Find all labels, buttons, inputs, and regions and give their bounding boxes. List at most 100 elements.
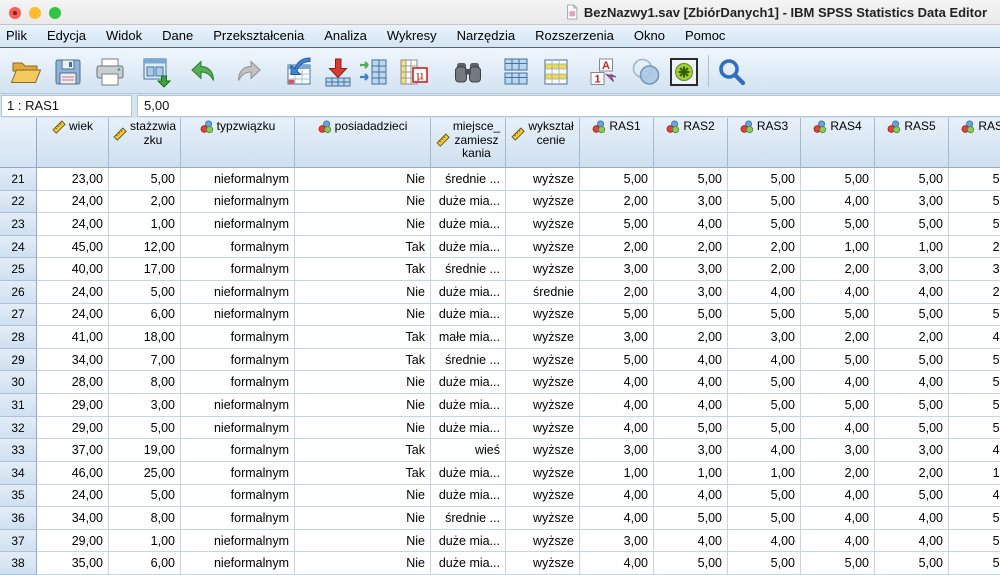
data-cell[interactable]: 24,00 — [37, 191, 109, 214]
toolbar-search-button[interactable] — [714, 54, 750, 90]
data-cell[interactable]: formalnym — [181, 439, 295, 462]
data-cell[interactable]: wyższe — [506, 168, 580, 191]
data-cell[interactable]: 1,00 — [580, 462, 654, 485]
data-cell[interactable]: duże mia... — [431, 462, 506, 485]
data-cell[interactable]: 17,00 — [109, 258, 181, 281]
data-cell[interactable]: formalnym — [181, 462, 295, 485]
data-cell[interactable]: 5,00 — [728, 371, 801, 394]
data-cell[interactable]: 4,00 — [949, 439, 1000, 462]
data-cell[interactable]: 24,00 — [37, 213, 109, 236]
toolbar-save-button[interactable] — [50, 54, 86, 90]
menu-item-widok[interactable]: Widok — [96, 25, 152, 47]
data-cell[interactable]: 2,00 — [580, 281, 654, 304]
row-number-cell[interactable]: 21 — [0, 168, 37, 191]
data-cell[interactable]: 2,00 — [801, 326, 875, 349]
data-cell[interactable]: 4,00 — [949, 485, 1000, 508]
row-number-cell[interactable]: 32 — [0, 417, 37, 440]
data-cell[interactable]: 34,00 — [37, 507, 109, 530]
row-number-cell[interactable]: 33 — [0, 439, 37, 462]
toolbar-undo-button[interactable] — [185, 54, 221, 90]
menu-item-okno[interactable]: Okno — [624, 25, 675, 47]
data-cell[interactable]: 2,00 — [949, 236, 1000, 259]
data-cell[interactable]: 5,00 — [875, 304, 949, 327]
data-cell[interactable]: 5,00 — [875, 168, 949, 191]
data-cell[interactable]: 2,00 — [875, 462, 949, 485]
data-cell[interactable]: 41,00 — [37, 326, 109, 349]
menu-item-analiza[interactable]: Analiza — [314, 25, 377, 47]
data-cell[interactable]: 1,00 — [875, 236, 949, 259]
data-cell[interactable]: 25,00 — [109, 462, 181, 485]
data-cell[interactable]: 4,00 — [801, 191, 875, 214]
data-cell[interactable]: duże mia... — [431, 236, 506, 259]
toolbar-find-button[interactable] — [450, 54, 486, 90]
data-cell[interactable]: Nie — [295, 168, 431, 191]
data-cell[interactable]: 2,00 — [801, 258, 875, 281]
data-cell[interactable]: średnie ... — [431, 507, 506, 530]
data-cell[interactable]: 23,00 — [37, 168, 109, 191]
data-cell[interactable]: 5,00 — [654, 168, 728, 191]
data-cell[interactable]: 4,00 — [801, 485, 875, 508]
data-cell[interactable]: 3,00 — [654, 258, 728, 281]
data-cell[interactable]: 40,00 — [37, 258, 109, 281]
data-cell[interactable]: 1,00 — [728, 462, 801, 485]
menu-item-plik[interactable]: Plik — [4, 25, 37, 47]
data-cell[interactable]: 46,00 — [37, 462, 109, 485]
data-cell[interactable]: 4,00 — [801, 281, 875, 304]
data-cell[interactable]: 5,00 — [949, 371, 1000, 394]
data-cell[interactable]: 2,00 — [949, 281, 1000, 304]
data-cell[interactable]: wyższe — [506, 552, 580, 575]
data-cell[interactable]: 5,00 — [875, 417, 949, 440]
data-cell[interactable]: duże mia... — [431, 191, 506, 214]
data-cell[interactable]: Nie — [295, 507, 431, 530]
toolbar-print-button[interactable] — [92, 54, 128, 90]
data-cell[interactable]: Tak — [295, 349, 431, 372]
menu-item-wykresy[interactable]: Wykresy — [377, 25, 447, 47]
data-cell[interactable]: wyższe — [506, 371, 580, 394]
data-cell[interactable]: 5,00 — [728, 507, 801, 530]
data-cell[interactable]: średnie ... — [431, 258, 506, 281]
data-cell[interactable]: Nie — [295, 371, 431, 394]
data-cell[interactable]: 5,00 — [728, 417, 801, 440]
data-cell[interactable]: duże mia... — [431, 371, 506, 394]
data-cell[interactable]: 3,00 — [654, 281, 728, 304]
data-cell[interactable]: 5,00 — [949, 530, 1000, 553]
data-cell[interactable]: 5,00 — [728, 552, 801, 575]
data-cell[interactable]: 29,00 — [37, 417, 109, 440]
data-cell[interactable]: duże mia... — [431, 552, 506, 575]
data-cell[interactable]: Nie — [295, 191, 431, 214]
toolbar-split-file-button[interactable] — [498, 54, 534, 90]
data-cell[interactable]: wyższe — [506, 507, 580, 530]
data-cell[interactable]: małe mia... — [431, 326, 506, 349]
data-cell[interactable]: wyższe — [506, 304, 580, 327]
data-cell[interactable]: 3,00 — [728, 326, 801, 349]
data-cell[interactable]: 4,00 — [728, 530, 801, 553]
toolbar-value-labels-button[interactable]: A1 — [585, 54, 621, 90]
column-header-stazzwiazku[interactable]: stażzwia zku — [109, 118, 181, 168]
menu-item-rozszerzenia[interactable]: Rozszerzenia — [525, 25, 624, 47]
row-number-cell[interactable]: 30 — [0, 371, 37, 394]
column-header-miejsce-zamieszkania[interactable]: miejsce_ zamiesz kania — [431, 118, 506, 168]
data-cell[interactable]: 1,00 — [109, 213, 181, 236]
data-cell[interactable]: 4,00 — [580, 394, 654, 417]
data-cell[interactable]: 5,00 — [728, 394, 801, 417]
data-cell[interactable]: wyższe — [506, 349, 580, 372]
data-cell[interactable]: 18,00 — [109, 326, 181, 349]
data-cell[interactable]: 5,00 — [801, 552, 875, 575]
data-cell[interactable]: wyższe — [506, 236, 580, 259]
data-cell[interactable]: wyższe — [506, 191, 580, 214]
data-cell[interactable]: 4,00 — [801, 507, 875, 530]
data-cell[interactable]: 2,00 — [801, 462, 875, 485]
column-header-wiek[interactable]: wiek — [37, 118, 109, 168]
data-cell[interactable]: 4,00 — [875, 281, 949, 304]
data-cell[interactable]: nieformalnym — [181, 191, 295, 214]
row-number-cell[interactable]: 35 — [0, 485, 37, 508]
data-cell[interactable]: 5,00 — [949, 417, 1000, 440]
data-cell[interactable]: 4,00 — [949, 326, 1000, 349]
data-cell[interactable]: 5,00 — [109, 485, 181, 508]
data-cell[interactable]: 5,00 — [875, 349, 949, 372]
data-cell[interactable]: nieformalnym — [181, 394, 295, 417]
data-cell[interactable]: formalnym — [181, 349, 295, 372]
menu-item-edycja[interactable]: Edycja — [37, 25, 96, 47]
row-number-cell[interactable]: 36 — [0, 507, 37, 530]
data-cell[interactable]: 8,00 — [109, 371, 181, 394]
